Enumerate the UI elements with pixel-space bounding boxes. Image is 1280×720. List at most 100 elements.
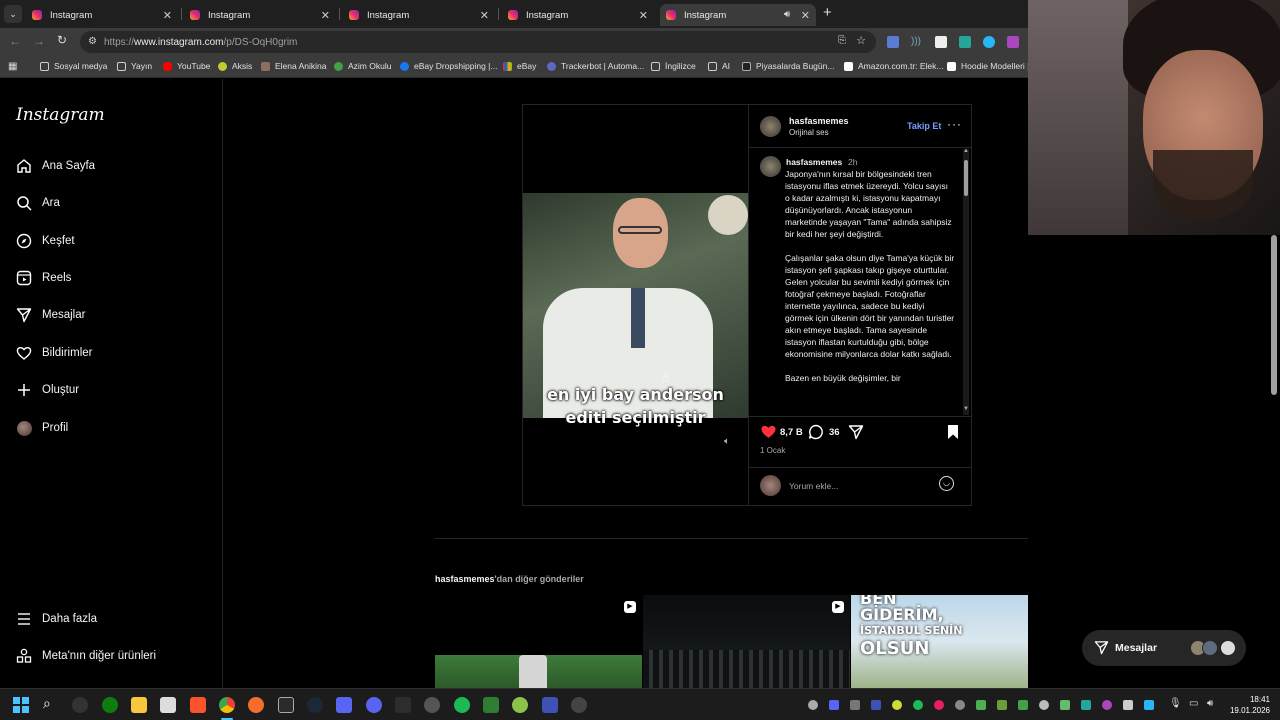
extension-capture-icon[interactable] xyxy=(935,36,947,48)
more-posts-user[interactable]: hasfasmemes xyxy=(435,574,495,584)
bookmark-link[interactable]: Aksis xyxy=(218,61,252,71)
close-tab-icon[interactable]: ✕ xyxy=(801,9,810,22)
post-date[interactable]: 1 Ocak xyxy=(760,446,785,455)
like-count[interactable]: 8,7 B xyxy=(780,427,803,438)
epic-games-icon[interactable] xyxy=(278,697,294,713)
page-scrollbar[interactable] xyxy=(1271,235,1277,395)
browser-tab[interactable]: Instagram ✕ xyxy=(343,4,495,26)
caption-avatar[interactable] xyxy=(760,156,781,177)
bookmark-link[interactable]: eBay xyxy=(503,61,536,71)
reload-icon[interactable]: ↻ xyxy=(57,33,67,47)
terminal-icon[interactable] xyxy=(395,697,411,713)
tray-icon[interactable] xyxy=(1018,700,1028,710)
follow-button[interactable]: Takip Et xyxy=(907,121,941,131)
app-icon[interactable] xyxy=(542,697,558,713)
mute-icon[interactable]: 🔈︎ xyxy=(724,436,730,447)
browser-tab-active[interactable]: Instagram 🔊︎ ✕ xyxy=(660,4,816,26)
brave-icon[interactable] xyxy=(190,697,206,713)
nav-profile[interactable]: Profil xyxy=(16,420,68,436)
audio-playing-icon[interactable]: 🔊︎ xyxy=(784,9,790,20)
instagram-logo[interactable]: Instagram xyxy=(16,105,105,125)
like-button[interactable] xyxy=(760,423,777,445)
tray-icon[interactable] xyxy=(871,700,881,710)
bookmark-link[interactable]: Trackerbot | Automa... xyxy=(547,61,644,71)
extension-audio-icon[interactable]: ))) xyxy=(911,36,923,48)
bookmark-folder[interactable]: AI xyxy=(708,61,730,71)
tray-icon[interactable] xyxy=(892,700,902,710)
address-bar[interactable]: ⚙︎ https://www.instagram.com/p/DS-OqH0gr… xyxy=(80,31,876,53)
browser-tab[interactable]: Instagram ✕ xyxy=(26,4,178,26)
file-explorer-icon[interactable] xyxy=(131,697,147,713)
nav-more[interactable]: Daha fazla xyxy=(16,611,97,627)
messages-pill[interactable]: Mesajlar xyxy=(1082,630,1246,666)
apps-grid-icon[interactable]: ▦ xyxy=(8,61,17,72)
more-post-thumb[interactable]: ▶ xyxy=(435,595,642,688)
origin-icon[interactable] xyxy=(248,697,264,713)
volume-icon[interactable]: 🔊︎ xyxy=(1207,698,1213,709)
nav-home[interactable]: Ana Sayfa xyxy=(16,158,95,174)
tray-icon[interactable] xyxy=(1144,700,1154,710)
save-button[interactable] xyxy=(946,424,960,445)
close-tab-icon[interactable]: ✕ xyxy=(639,9,648,22)
bookmark-link[interactable]: Elena Anikina xyxy=(261,61,327,71)
store-icon[interactable] xyxy=(160,697,176,713)
tray-icon[interactable] xyxy=(1060,700,1070,710)
browser-tab[interactable]: Instagram ✕ xyxy=(184,4,336,26)
tray-icon[interactable] xyxy=(850,700,860,710)
spotify-icon[interactable] xyxy=(454,697,470,713)
close-tab-icon[interactable]: ✕ xyxy=(480,9,489,22)
tray-icon[interactable] xyxy=(955,700,965,710)
app-icon[interactable] xyxy=(512,697,528,713)
emoji-icon[interactable]: ◡ xyxy=(939,476,954,491)
more-post-thumb[interactable]: ▶ xyxy=(643,595,850,688)
comment-count[interactable]: 36 xyxy=(829,427,840,438)
taskbar-clock[interactable]: 18:41 19.01.2026 xyxy=(1226,694,1270,716)
discord-icon[interactable] xyxy=(366,697,382,713)
more-post-thumb[interactable]: BEN GİDERİM, İSTANBUL SENİN OLSUN ▶ xyxy=(851,595,1058,688)
nav-meta-products[interactable]: Meta'nın diğer ürünleri xyxy=(16,648,156,664)
bookmark-link[interactable]: Amazon.com.tr: Elek... xyxy=(844,61,944,71)
tray-icon[interactable] xyxy=(976,700,986,710)
play-app-icon[interactable] xyxy=(483,697,499,713)
tray-icon[interactable] xyxy=(1123,700,1133,710)
steam-icon[interactable] xyxy=(307,697,323,713)
header-username[interactable]: hasfasmemes xyxy=(789,116,849,126)
bookmark-folder[interactable]: Sosyal medya xyxy=(40,61,107,71)
close-tab-icon[interactable]: ✕ xyxy=(163,9,172,22)
more-options-icon[interactable]: ··· xyxy=(947,117,962,131)
tray-icon[interactable] xyxy=(1081,700,1091,710)
site-info-icon[interactable]: ⚙︎ xyxy=(88,36,97,47)
bookmark-folder[interactable]: Yayın xyxy=(117,61,152,71)
obs-icon[interactable] xyxy=(72,697,88,713)
tray-icon[interactable] xyxy=(829,700,839,710)
bookmark-link[interactable]: eBay Dropshipping |... xyxy=(400,61,497,71)
extension-purple-icon[interactable] xyxy=(1007,36,1019,48)
bookmark-link[interactable]: Hoodie Modelleri | xyxy=(947,61,1029,71)
forward-icon[interactable]: → xyxy=(33,34,45,48)
extension-tool-icon[interactable] xyxy=(959,36,971,48)
browser-tab[interactable]: Instagram ✕ xyxy=(502,4,654,26)
share-button[interactable] xyxy=(848,424,864,445)
bookmark-link[interactable]: Azim Okulu xyxy=(334,61,391,71)
nav-notifications[interactable]: Bildirimler xyxy=(16,345,92,361)
network-icon[interactable]: ▭ xyxy=(1189,698,1198,709)
tab-search-button[interactable]: ⌄ xyxy=(4,5,22,23)
close-tab-icon[interactable]: ✕ xyxy=(321,9,330,22)
header-avatar[interactable] xyxy=(760,116,781,137)
app-icon[interactable] xyxy=(424,697,440,713)
extension-translate-icon[interactable] xyxy=(887,36,899,48)
taskbar-search-icon[interactable]: ⌕ xyxy=(43,695,51,712)
scroll-down-icon[interactable]: ▼ xyxy=(963,406,969,412)
steam-notification-icon[interactable] xyxy=(571,697,587,713)
caption-username[interactable]: hasfasmemes xyxy=(786,157,842,167)
new-tab-button[interactable]: + xyxy=(823,4,832,21)
scrollbar-thumb[interactable] xyxy=(964,160,968,196)
tray-icon[interactable] xyxy=(1102,700,1112,710)
app-icon[interactable] xyxy=(336,697,352,713)
nav-reels[interactable]: Reels xyxy=(16,270,71,286)
xbox-icon[interactable] xyxy=(102,697,118,713)
nav-messages[interactable]: Mesajlar xyxy=(16,307,85,323)
chrome-icon[interactable] xyxy=(219,697,235,713)
tray-icon[interactable] xyxy=(808,700,818,710)
tray-icon[interactable] xyxy=(1039,700,1049,710)
